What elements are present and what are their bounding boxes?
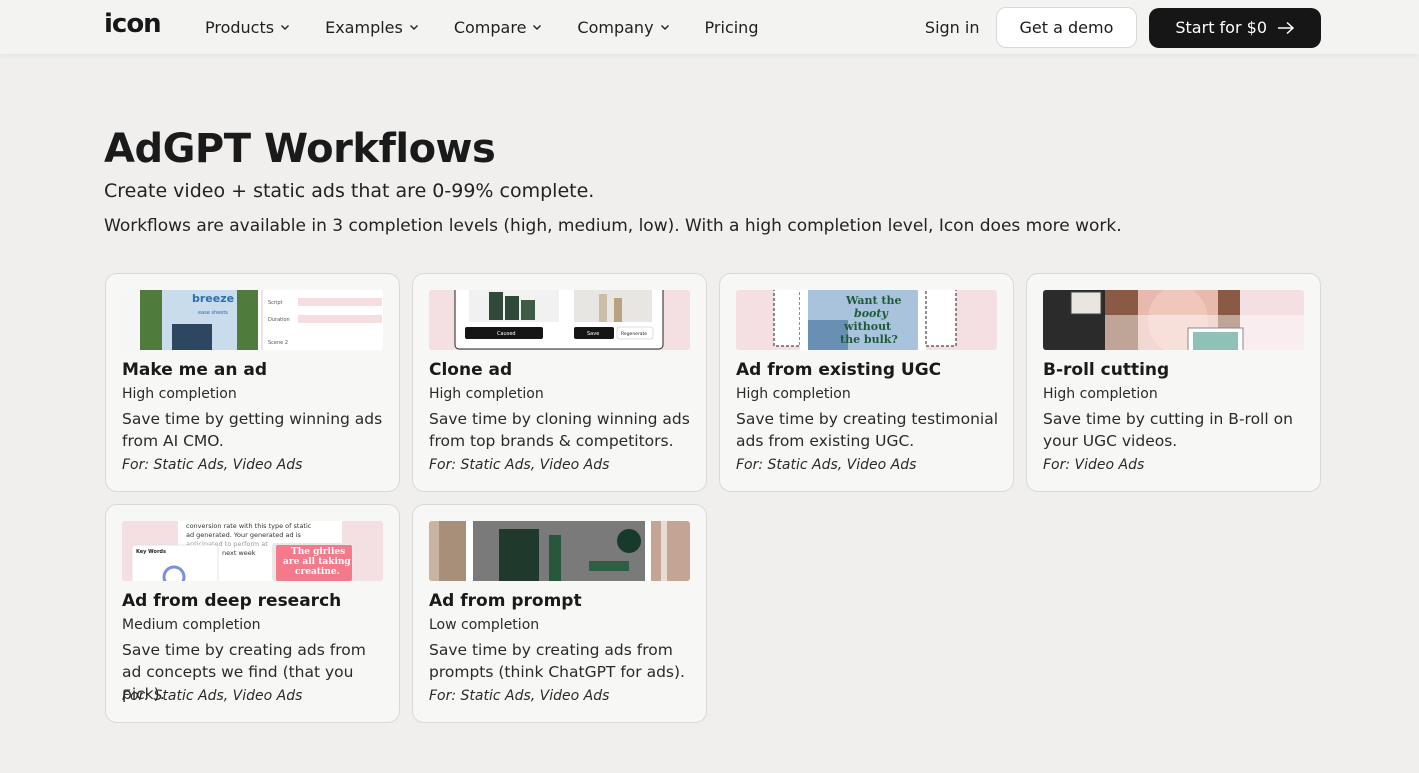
card-for-label: For: Static Ads, Video Ads xyxy=(736,457,917,473)
card-completion-level: High completion xyxy=(1043,386,1158,402)
svg-text:Want the: Want the xyxy=(845,294,902,307)
thumbnail-image: Want the booty without the bulk? xyxy=(736,290,997,350)
card-title: Make me an ad xyxy=(122,360,267,380)
card-title: B-roll cutting xyxy=(1043,360,1170,380)
page-title: AdGPT Workflows xyxy=(104,126,496,172)
card-description: Save time by cloning winning ads from to… xyxy=(429,410,690,450)
svg-text:creatine.: creatine. xyxy=(295,567,340,577)
svg-text:ad generated. Your generated a: ad generated. Your generated ad is xyxy=(186,531,301,539)
card-title: Ad from prompt xyxy=(429,591,582,611)
card-completion-level: High completion xyxy=(736,386,851,402)
chevron-down-icon xyxy=(281,25,290,30)
thumbnail-image: Caused Save Regenerate xyxy=(429,290,690,350)
nav-item-label: Pricing xyxy=(704,17,759,37)
card-description: Save time by cutting in B-roll on your U… xyxy=(1043,410,1293,450)
workflow-card-ad-from-existing-ugc[interactable]: Want the booty without the bulk? Ad from… xyxy=(719,273,1014,492)
page-description: Workflows are available in 3 completion … xyxy=(104,216,1122,236)
thumbnail-image xyxy=(429,521,690,581)
nav-item-examples[interactable]: Examples xyxy=(325,18,419,37)
card-for-label: For: Video Ads xyxy=(1043,457,1145,473)
workflow-card-make-me-an-ad[interactable]: breeze ease sheets Script Duration Scene… xyxy=(105,273,400,492)
svg-text:The girlies: The girlies xyxy=(291,547,345,557)
start-button[interactable]: Start for $0 xyxy=(1149,7,1321,48)
card-title: Clone ad xyxy=(429,360,513,380)
svg-text:ease sheets: ease sheets xyxy=(198,310,228,316)
nav-item-label: Company xyxy=(577,17,654,37)
svg-text:Regenerate: Regenerate xyxy=(621,331,647,337)
card-thumbnail: breeze ease sheets Script Duration Scene… xyxy=(122,290,383,350)
top-nav: icon Products Examples Compare Company P… xyxy=(0,0,1419,54)
card-for-label: For: Static Ads, Video Ads xyxy=(122,457,303,473)
svg-text:conversion rate with this type: conversion rate with this type of static xyxy=(186,522,312,530)
svg-text:Save: Save xyxy=(587,331,599,337)
chevron-down-icon xyxy=(660,25,669,30)
start-button-label: Start for $0 xyxy=(1175,18,1267,37)
thumbnail-image: breeze ease sheets Script Duration Scene… xyxy=(122,290,383,350)
thumbnail-image xyxy=(1043,290,1304,350)
card-description: Save time by creating testimonial ads fr… xyxy=(736,410,999,450)
card-thumbnail xyxy=(429,521,690,581)
nav-item-compare[interactable]: Compare xyxy=(454,18,543,37)
card-completion-level: Medium completion xyxy=(122,617,261,633)
logo[interactable]: icon xyxy=(104,9,162,39)
card-for-label: For: Static Ads, Video Ads xyxy=(122,688,303,704)
workflow-card-ad-from-prompt[interactable]: Ad from prompt Low completion Save time … xyxy=(412,504,707,723)
svg-text:are all taking: are all taking xyxy=(283,557,351,567)
svg-text:without: without xyxy=(843,320,892,333)
card-thumbnail: Caused Save Regenerate xyxy=(429,290,690,350)
chevron-down-icon xyxy=(409,25,418,30)
card-title: Ad from existing UGC xyxy=(736,360,942,380)
svg-text:next week: next week xyxy=(222,549,256,557)
nav-item-company[interactable]: Company xyxy=(577,18,669,37)
svg-text:Key Words: Key Words xyxy=(136,549,166,555)
svg-text:Duration: Duration xyxy=(268,317,290,323)
nav-item-products[interactable]: Products xyxy=(205,18,290,37)
svg-text:booty: booty xyxy=(854,307,889,320)
card-for-label: For: Static Ads, Video Ads xyxy=(429,688,610,704)
card-completion-level: High completion xyxy=(122,386,237,402)
nav-actions: Sign in Get a demo Start for $0 xyxy=(925,7,1321,48)
card-thumbnail: Want the booty without the bulk? xyxy=(736,290,997,350)
nav-item-label: Examples xyxy=(325,17,403,37)
page-subtitle: Create video + static ads that are 0-99%… xyxy=(104,180,595,202)
nav-item-pricing[interactable]: Pricing xyxy=(705,18,759,37)
svg-text:Caused: Caused xyxy=(497,331,516,337)
arrow-right-icon xyxy=(1278,21,1295,34)
thumbnail-image: conversion rate with this type of static… xyxy=(122,521,383,581)
sign-in-link[interactable]: Sign in xyxy=(925,18,980,37)
card-description: Save time by getting winning ads from AI… xyxy=(122,410,383,450)
svg-text:Script: Script xyxy=(268,300,283,306)
card-description: Save time by creating ads from prompts (… xyxy=(429,641,685,681)
card-completion-level: High completion xyxy=(429,386,544,402)
workflow-card-b-roll-cutting[interactable]: B-roll cutting High completion Save time… xyxy=(1026,273,1321,492)
svg-text:Scene 2: Scene 2 xyxy=(268,340,288,346)
svg-text:breeze: breeze xyxy=(192,292,234,305)
svg-text:the bulk?: the bulk? xyxy=(840,333,898,346)
card-title: Ad from deep research xyxy=(122,591,342,611)
card-for-label: For: Static Ads, Video Ads xyxy=(429,457,610,473)
get-demo-button[interactable]: Get a demo xyxy=(995,7,1138,48)
chevron-down-icon xyxy=(533,25,542,30)
nav-item-label: Compare xyxy=(453,17,527,37)
workflow-card-clone-ad[interactable]: Caused Save Regenerate Clone ad High com… xyxy=(412,273,707,492)
card-completion-level: Low completion xyxy=(429,617,540,633)
nav-menu: Products Examples Compare Company Pricin… xyxy=(205,0,793,54)
card-thumbnail xyxy=(1043,290,1304,350)
card-thumbnail: conversion rate with this type of static… xyxy=(122,521,383,581)
nav-item-label: Products xyxy=(205,17,275,37)
workflow-card-ad-from-deep-research[interactable]: conversion rate with this type of static… xyxy=(105,504,400,723)
